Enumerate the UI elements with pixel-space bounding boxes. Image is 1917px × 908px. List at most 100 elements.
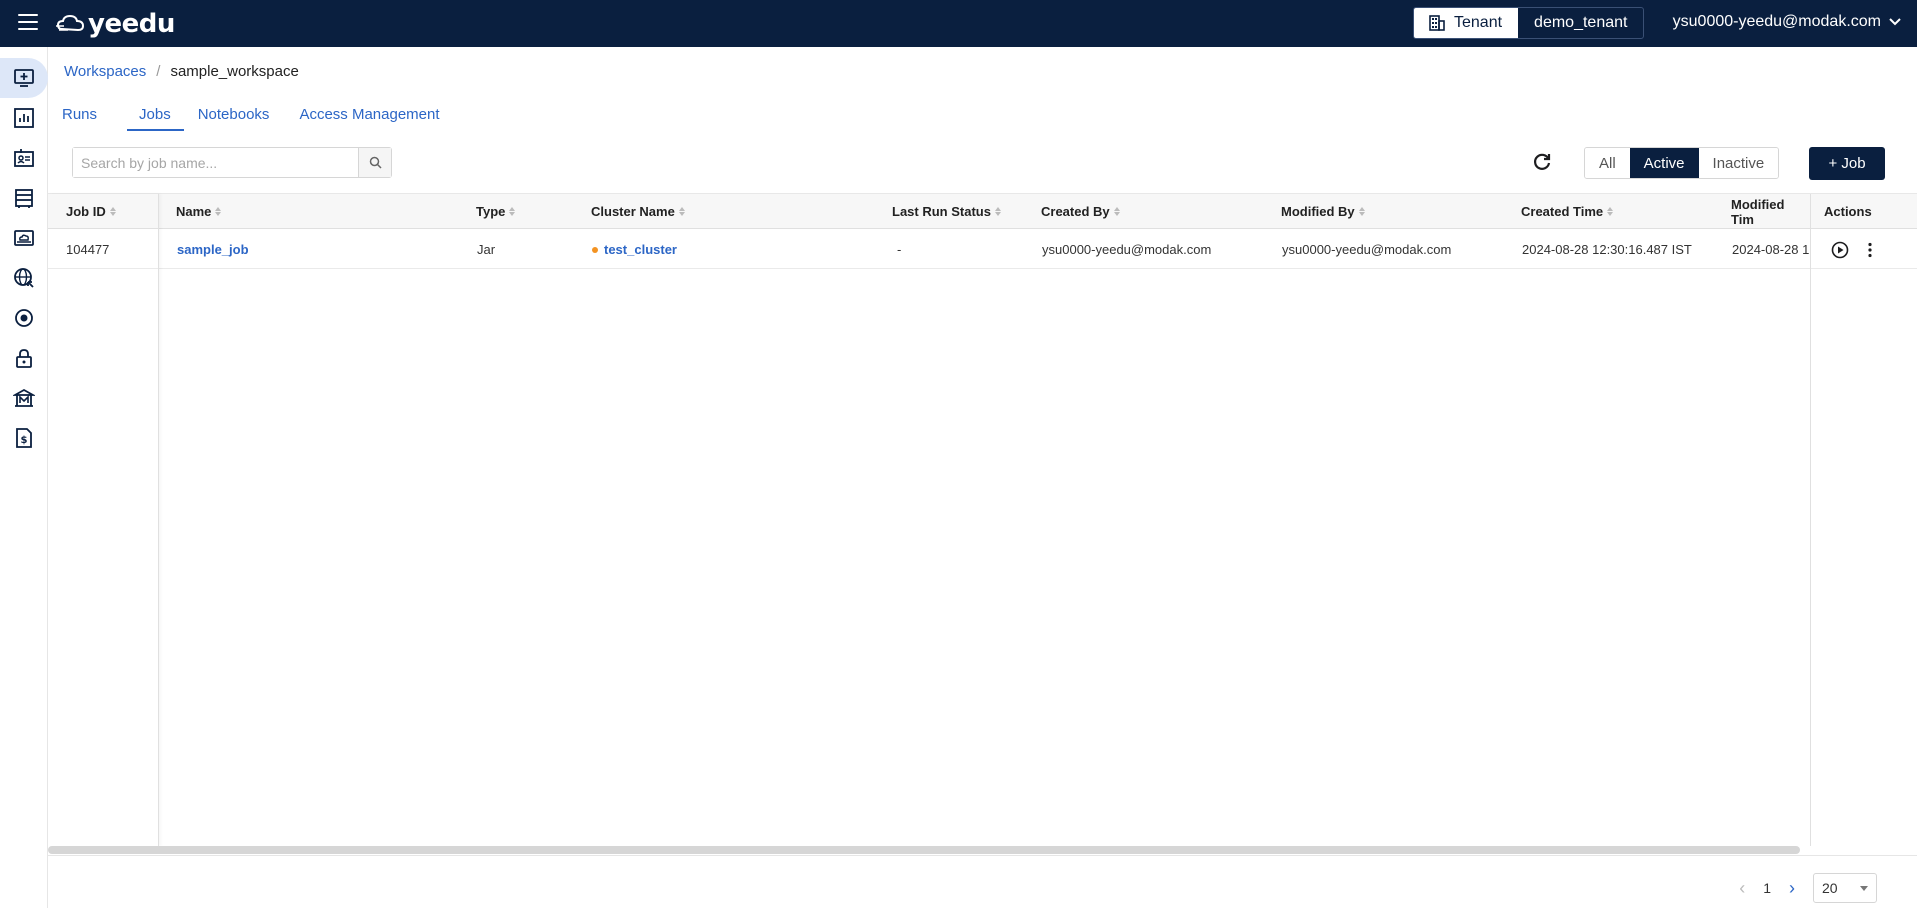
column-header-label: Last Run Status: [892, 204, 991, 219]
column-header-label: Modified Tim: [1731, 196, 1785, 227]
column-header-created-time[interactable]: Created Time: [1521, 194, 1614, 229]
cell-modified-time: 2024-08-28 1: [1732, 242, 1810, 257]
fixed-actions-column-divider: [1810, 194, 1917, 846]
tab-access-management[interactable]: Access Management: [299, 106, 453, 131]
sort-icon: [1358, 207, 1365, 216]
sidebar-item-target[interactable]: [0, 298, 48, 338]
refresh-icon: [1534, 153, 1551, 170]
bank-m-icon: [13, 388, 35, 407]
sidebar-item-workspaces[interactable]: [0, 58, 48, 98]
server-rack-icon: [15, 189, 33, 208]
hamburger-menu-icon[interactable]: [18, 14, 38, 32]
filter-active-button[interactable]: Active: [1629, 148, 1699, 178]
column-header-label: Created By: [1041, 204, 1110, 219]
workspace-tabs: Runs Jobs Notebooks Access Management: [62, 106, 454, 131]
cell-modified-by: ysu0000-yeedu@modak.com: [1282, 242, 1452, 257]
id-card-icon: [14, 149, 34, 167]
tenant-label: Tenant: [1454, 14, 1503, 31]
sidebar-item-modak[interactable]: [0, 378, 48, 418]
globe-network-icon: [14, 268, 34, 288]
job-name-link[interactable]: sample_job: [177, 242, 249, 257]
horizontal-scrollbar[interactable]: [48, 846, 1800, 854]
sidebar-item-network[interactable]: [0, 258, 48, 298]
cell-last-run-status: -: [897, 242, 902, 257]
cell-created-time: 2024-08-28 12:30:16.487 IST: [1522, 242, 1692, 257]
sort-icon: [1607, 207, 1614, 216]
tenant-selector[interactable]: Tenant demo_tenant: [1413, 7, 1645, 39]
sort-icon: [215, 207, 222, 216]
svg-text:$: $: [21, 435, 28, 446]
billing-document-icon: $: [16, 428, 32, 448]
sidebar-item-billing[interactable]: $: [0, 418, 48, 458]
building-icon: [1429, 15, 1445, 31]
cluster-name-link[interactable]: test_cluster: [604, 242, 677, 257]
next-page-icon[interactable]: ›: [1789, 878, 1795, 899]
app-logo[interactable]: yeedu: [56, 9, 175, 39]
jobs-table: Job ID Name Type Cluster Name Last Run S…: [48, 193, 1917, 855]
tab-runs[interactable]: Runs: [62, 106, 111, 131]
refresh-button[interactable]: [1530, 150, 1554, 174]
column-header-last-run-status[interactable]: Last Run Status: [892, 194, 1001, 229]
add-job-button[interactable]: + Job: [1809, 147, 1885, 180]
table-header: Job ID Name Type Cluster Name Last Run S…: [48, 194, 1917, 229]
sort-icon: [678, 207, 685, 216]
column-header-label: Modified By: [1281, 204, 1355, 219]
user-menu[interactable]: ysu0000-yeedu@modak.com: [1673, 13, 1901, 31]
target-icon: [15, 309, 33, 327]
filter-all-button[interactable]: All: [1585, 148, 1630, 178]
cluster-status-dot: [592, 246, 598, 253]
sort-icon: [1113, 207, 1120, 216]
column-header-label: Created Time: [1521, 204, 1604, 219]
top-bar: yeedu Tenant demo_tenant ysu0000-yeedu@m…: [0, 0, 1917, 47]
table-row: 104477 sample_job Jar test_cluster - ysu…: [48, 230, 1917, 269]
breadcrumb-separator: /: [156, 63, 161, 80]
search-icon: [369, 156, 382, 169]
filter-inactive-button[interactable]: Inactive: [1698, 148, 1779, 178]
table-footer: ‹ 1 › 20: [48, 855, 1917, 908]
search-button[interactable]: [358, 148, 391, 177]
user-email: ysu0000-yeedu@modak.com: [1672, 13, 1881, 30]
tenant-label-box: Tenant: [1414, 8, 1519, 38]
logo-cloud-icon: [56, 14, 85, 32]
caret-down-icon: [1860, 885, 1868, 891]
sidebar: $: [0, 47, 48, 908]
chevron-down-icon: [1889, 18, 1901, 26]
breadcrumb: Workspaces / sample_workspace: [64, 63, 299, 80]
tab-notebooks[interactable]: Notebooks: [198, 106, 284, 131]
status-filter-group: All Active Inactive: [1584, 147, 1780, 179]
lock-icon: [16, 349, 32, 368]
search-input[interactable]: [73, 148, 358, 177]
prev-page-icon[interactable]: ‹: [1739, 878, 1745, 899]
add-monitor-icon: [14, 69, 34, 87]
sidebar-item-storage[interactable]: [0, 218, 48, 258]
cell-created-by: ysu0000-yeedu@modak.com: [1042, 242, 1212, 257]
sidebar-item-dashboard[interactable]: [0, 98, 48, 138]
sidebar-item-security[interactable]: [0, 338, 48, 378]
column-header-label: Cluster Name: [591, 204, 675, 219]
tab-jobs[interactable]: Jobs: [127, 106, 184, 131]
sidebar-item-profiles[interactable]: [0, 138, 48, 178]
job-search-box: [72, 147, 392, 178]
cell-cluster-name: test_cluster: [592, 230, 677, 269]
column-header-created-by[interactable]: Created By: [1041, 194, 1120, 229]
column-header-modified-by[interactable]: Modified By: [1281, 194, 1365, 229]
breadcrumb-workspaces-link[interactable]: Workspaces: [64, 63, 146, 80]
page-size-select[interactable]: 20: [1813, 873, 1877, 903]
column-header-label: Type: [476, 204, 506, 219]
column-header-label: Name: [176, 204, 212, 219]
logo-text: yeedu: [88, 9, 175, 39]
column-header-cluster-name[interactable]: Cluster Name: [591, 194, 685, 229]
breadcrumb-current: sample_workspace: [170, 63, 299, 80]
tenant-value[interactable]: demo_tenant: [1518, 8, 1643, 38]
sidebar-item-clusters[interactable]: [0, 178, 48, 218]
column-header-type[interactable]: Type: [476, 194, 516, 229]
cell-type: Jar: [477, 242, 496, 257]
current-page-number[interactable]: 1: [1763, 880, 1771, 896]
column-header-modified-time[interactable]: Modified Tim: [1731, 194, 1810, 229]
column-header-name[interactable]: Name: [176, 194, 222, 229]
cell-name: sample_job: [177, 230, 249, 269]
page-size-value: 20: [1822, 880, 1838, 896]
fixed-left-column-divider: [48, 194, 159, 846]
sort-icon: [994, 207, 1001, 216]
pagination: ‹ 1 › 20: [1739, 873, 1877, 903]
